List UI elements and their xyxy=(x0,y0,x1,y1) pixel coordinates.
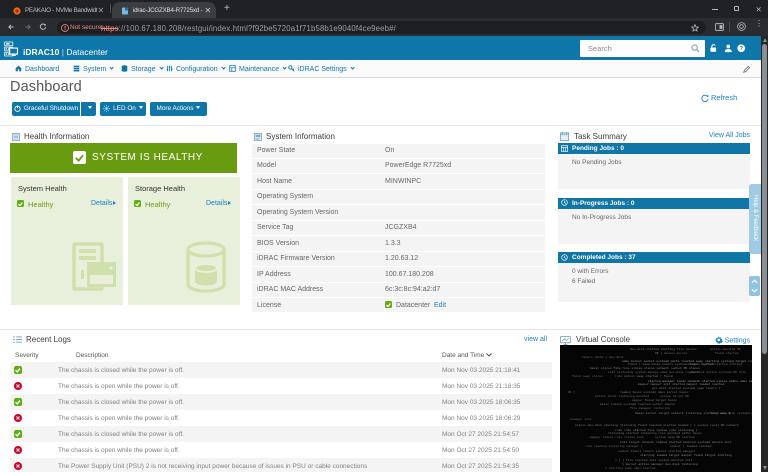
svg-text:?: ? xyxy=(740,46,744,52)
